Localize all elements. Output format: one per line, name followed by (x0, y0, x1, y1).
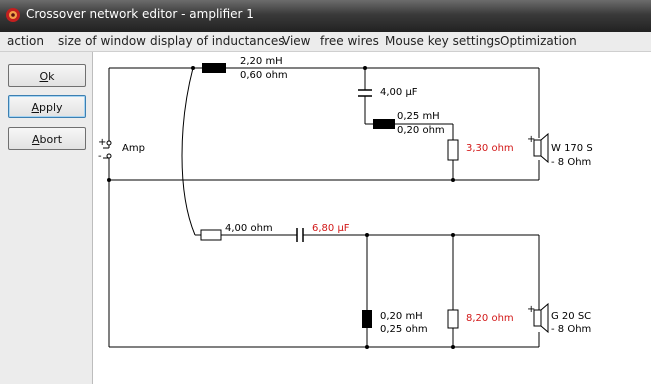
speaker2-impedance: - 8 Ohm (551, 324, 592, 335)
title-bar[interactable]: Crossover network editor - amplifier 1 (0, 0, 651, 32)
speaker1-plus: + (527, 134, 536, 145)
c1-value[interactable]: 4,00 µF (380, 87, 418, 99)
amp-minus-terminal (106, 153, 112, 159)
junction-dot (365, 345, 369, 349)
l1-resistance[interactable]: 0,60 ohm (240, 70, 288, 82)
menu-display-inductances[interactable]: display of inductances (150, 34, 284, 48)
r2-value[interactable]: 4,00 ohm (225, 223, 273, 235)
speaker2-name[interactable]: G 20 SC (551, 311, 591, 323)
amp-label: Amp (122, 143, 145, 154)
inductor-l3 (362, 310, 372, 328)
menu-size-of-window[interactable]: size of window (58, 34, 146, 48)
speaker2-plus: + (527, 304, 536, 315)
schematic-canvas[interactable]: + - Amp 2,20 mH 0,60 ohm 4,00 µF 0,25 mH… (93, 52, 651, 384)
l3-inductance[interactable]: 0,20 mH (380, 311, 423, 323)
inductor-l2 (373, 119, 395, 129)
ok-label: k (48, 70, 55, 83)
junction-dot (451, 345, 455, 349)
junction-dot (191, 66, 195, 70)
menu-optimization[interactable]: Optimization (500, 34, 577, 48)
junction-dot (363, 66, 367, 70)
menu-action[interactable]: action (7, 34, 44, 48)
c2-value[interactable]: 6,80 µF (312, 223, 350, 235)
menu-bar: action size of window display of inducta… (0, 32, 651, 52)
r3-value[interactable]: 8,20 ohm (466, 313, 514, 325)
app-icon (6, 8, 20, 22)
amp-plus-sign: + (98, 137, 107, 148)
menu-mouse-key-settings[interactable]: Mouse key settings (385, 34, 500, 48)
apply-label: pply (39, 101, 63, 114)
junction-dot (451, 233, 455, 237)
speaker1-impedance: - 8 Ohm (551, 157, 592, 168)
speaker1-symbol (533, 132, 549, 164)
amp-plus-terminal (106, 140, 112, 146)
apply-mnemonic: A (31, 101, 39, 114)
l1-inductance[interactable]: 2,20 mH (240, 56, 283, 68)
abort-button[interactable]: Abort (8, 127, 86, 150)
speaker2-symbol (533, 302, 549, 334)
amp-minus-sign: - (98, 151, 102, 162)
l3-resistance[interactable]: 0,25 ohm (380, 324, 428, 336)
r1-value[interactable]: 3,30 ohm (466, 143, 514, 155)
speaker1-name[interactable]: W 170 S (551, 143, 593, 155)
inductor-l1 (202, 63, 226, 73)
ok-mnemonic: O (39, 70, 49, 83)
wire-curve (181, 67, 196, 236)
junction-dot (107, 178, 111, 182)
abort-label: bort (39, 133, 63, 146)
resistor-r1 (447, 139, 459, 161)
button-panel: Ok Apply Abort (0, 52, 93, 384)
resistor-r3 (447, 309, 459, 329)
junction-dot (451, 178, 455, 182)
window-title: Crossover network editor - amplifier 1 (26, 7, 254, 21)
l2-inductance[interactable]: 0,25 mH (397, 111, 440, 123)
menu-free-wires[interactable]: free wires (320, 34, 379, 48)
apply-button[interactable]: Apply (8, 95, 86, 118)
junction-dot (365, 233, 369, 237)
ok-button[interactable]: Ok (8, 64, 86, 87)
l2-resistance[interactable]: 0,20 ohm (397, 125, 445, 137)
menu-view[interactable]: View (282, 34, 310, 48)
resistor-r2 (200, 229, 222, 241)
